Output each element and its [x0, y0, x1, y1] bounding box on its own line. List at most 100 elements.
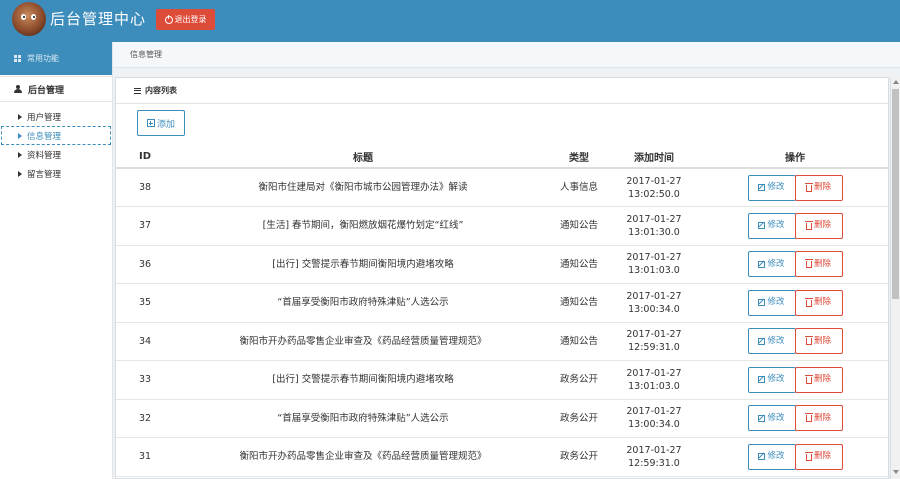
content-panel: 内容列表 添加 ID 标题 类型 添加时间 操作 38 衡阳市住建局对《衡阳市城市…: [115, 77, 889, 479]
sidebar-item-messages[interactable]: 留言管理: [0, 164, 112, 183]
table-header-row: ID 标题 类型 添加时间 操作: [116, 146, 888, 169]
cell-time: 2017-01-27 12:59:31.0: [606, 437, 702, 477]
cell-time: 2017-01-27 13:02:50.0: [606, 168, 702, 207]
cell-type: 通知公告: [552, 322, 606, 361]
add-button[interactable]: 添加: [137, 110, 185, 136]
delete-label: 删除: [813, 258, 831, 269]
cell-date: 2017-01-27: [626, 290, 682, 302]
table-row: 33 [出行] 交警提示春节期间衡阳境内避堵攻略 政务公开 2017-01-27 13:…: [116, 360, 888, 400]
breadcrumb: 信息管理: [113, 42, 900, 68]
user-icon: [14, 85, 22, 93]
cell-type: 政务公开: [552, 360, 606, 400]
cell-id: 37: [116, 206, 174, 246]
edit-label: 修改: [767, 297, 785, 308]
edit-button[interactable]: 修改: [747, 366, 796, 393]
cell-clock: 13:02:50.0: [628, 188, 680, 200]
delete-label: 删除: [813, 451, 831, 462]
table-row: 31 衡阳市开办药品零售企业审查及《药品经营质量管理规范》 政务公开 2017-01-…: [116, 437, 888, 477]
cell-date: 2017-01-27: [626, 213, 682, 225]
cell-id: 34: [116, 322, 174, 361]
caret-right-icon: [18, 132, 22, 139]
delete-button[interactable]: 删除: [794, 251, 843, 278]
cell-ops: 修改 删除: [702, 245, 888, 284]
row-actions: 修改 删除: [702, 251, 888, 278]
table-row: 34 衡阳市开办药品零售企业审查及《药品经营质量管理规范》 通知公告 2017-01-…: [116, 322, 888, 361]
scroll-down-icon[interactable]: [893, 470, 899, 474]
table-row: 35 “首届享受衡阳市政府特殊津贴”人选公示 通知公告 2017-01-27 13:00…: [116, 283, 888, 323]
cell-clock: 13:00:34.0: [628, 419, 680, 431]
cell-ops: 修改 删除: [702, 206, 888, 246]
cell-type: 通知公告: [552, 245, 606, 284]
caret-right-icon: [18, 113, 22, 120]
cell-clock: 13:01:03.0: [628, 380, 680, 392]
cell-time: 2017-01-27 13:00:34.0: [606, 283, 702, 323]
cell-type: 政务公开: [552, 399, 606, 438]
sidebar-item-info[interactable]: 信息管理: [1, 126, 111, 145]
table-row: 32 “首届享受衡阳市政府特殊津贴”人选公示 政务公开 2017-01-27 13:00…: [116, 399, 888, 438]
edit-button[interactable]: 修改: [747, 251, 796, 278]
sidebar-item-label: 资料管理: [27, 150, 62, 161]
edit-label: 修改: [767, 220, 785, 231]
cell-ops: 修改 删除: [702, 399, 888, 438]
sidebar-top-label: 常用功能: [27, 54, 59, 63]
edit-button[interactable]: 修改: [747, 212, 796, 239]
cell-date: 2017-01-27: [626, 444, 682, 456]
edit-button[interactable]: 修改: [747, 174, 796, 201]
content-table: ID 标题 类型 添加时间 操作 38 衡阳市住建局对《衡阳市城市公园管理办法》解…: [116, 146, 888, 477]
sidebar-item-users[interactable]: 用户管理: [0, 107, 112, 126]
delete-button[interactable]: 删除: [794, 443, 843, 470]
edit-button[interactable]: 修改: [747, 443, 796, 470]
delete-button[interactable]: 删除: [794, 289, 843, 316]
delete-label: 删除: [813, 374, 831, 385]
delete-button[interactable]: 删除: [794, 366, 843, 393]
logout-label: 退出登录: [174, 15, 207, 24]
header-ops: 操作: [702, 146, 888, 169]
add-label: 添加: [156, 119, 175, 130]
edit-icon: [758, 453, 766, 461]
plus-square-icon: [146, 119, 155, 127]
edit-label: 修改: [767, 451, 785, 462]
cell-title: [生活] 春节期间，衡阳燃放烟花爆竹划定“红线”: [174, 206, 552, 246]
delete-button[interactable]: 删除: [794, 328, 843, 355]
row-actions: 修改 删除: [702, 443, 888, 470]
power-icon: [164, 14, 173, 24]
delete-button[interactable]: 删除: [794, 212, 843, 239]
cell-ops: 修改 删除: [702, 168, 888, 207]
vertical-scrollbar[interactable]: [890, 77, 900, 479]
cell-title: 衡阳市住建局对《衡阳市城市公园管理办法》解读: [174, 168, 552, 207]
trash-icon: [804, 259, 813, 269]
sidebar-group-admin[interactable]: 后台管理: [0, 76, 112, 102]
header-time: 添加时间: [606, 146, 702, 169]
delete-label: 删除: [813, 335, 831, 346]
cell-date: 2017-01-27: [626, 406, 682, 418]
cell-id: 35: [116, 283, 174, 323]
table-row: 36 [出行] 交警提示春节期间衡阳境内避堵攻略 通知公告 2017-01-27 13:…: [116, 245, 888, 284]
edit-label: 修改: [767, 182, 785, 192]
edit-icon: [758, 376, 766, 384]
cell-date: 2017-01-27: [626, 329, 682, 341]
scroll-thumb[interactable]: [892, 89, 899, 299]
delete-label: 删除: [813, 182, 831, 192]
sidebar-item-materials[interactable]: 资料管理: [0, 145, 112, 164]
cell-title: 衡阳市开办药品零售企业审查及《药品经营质量管理规范》: [174, 322, 552, 361]
caret-right-icon: [18, 151, 22, 158]
cell-time: 2017-01-27 13:01:03.0: [606, 360, 702, 400]
edit-button[interactable]: 修改: [747, 289, 796, 316]
cell-id: 36: [116, 245, 174, 284]
cell-clock: 13:00:34.0: [628, 303, 680, 315]
edit-icon: [758, 184, 766, 191]
cell-date: 2017-01-27: [626, 367, 682, 379]
logout-button[interactable]: 退出登录: [156, 9, 215, 30]
edit-button[interactable]: 修改: [747, 328, 796, 355]
sidebar-item-label: 用户管理: [27, 112, 62, 123]
delete-button[interactable]: 删除: [794, 174, 843, 201]
sidebar-item-label: 留言管理: [27, 169, 62, 180]
cell-clock: 12:59:31.0: [628, 457, 680, 469]
edit-button[interactable]: 修改: [747, 405, 796, 432]
table-row: 37 [生活] 春节期间，衡阳燃放烟花爆竹划定“红线” 通知公告 2017-01-27…: [116, 206, 888, 246]
scroll-up-icon[interactable]: [893, 80, 899, 84]
table-row: 38 衡阳市住建局对《衡阳市城市公园管理办法》解读 人事信息 2017-01-27 13…: [116, 168, 888, 207]
delete-button[interactable]: 删除: [794, 405, 843, 432]
edit-label: 修改: [767, 335, 785, 346]
trash-icon: [804, 336, 813, 346]
